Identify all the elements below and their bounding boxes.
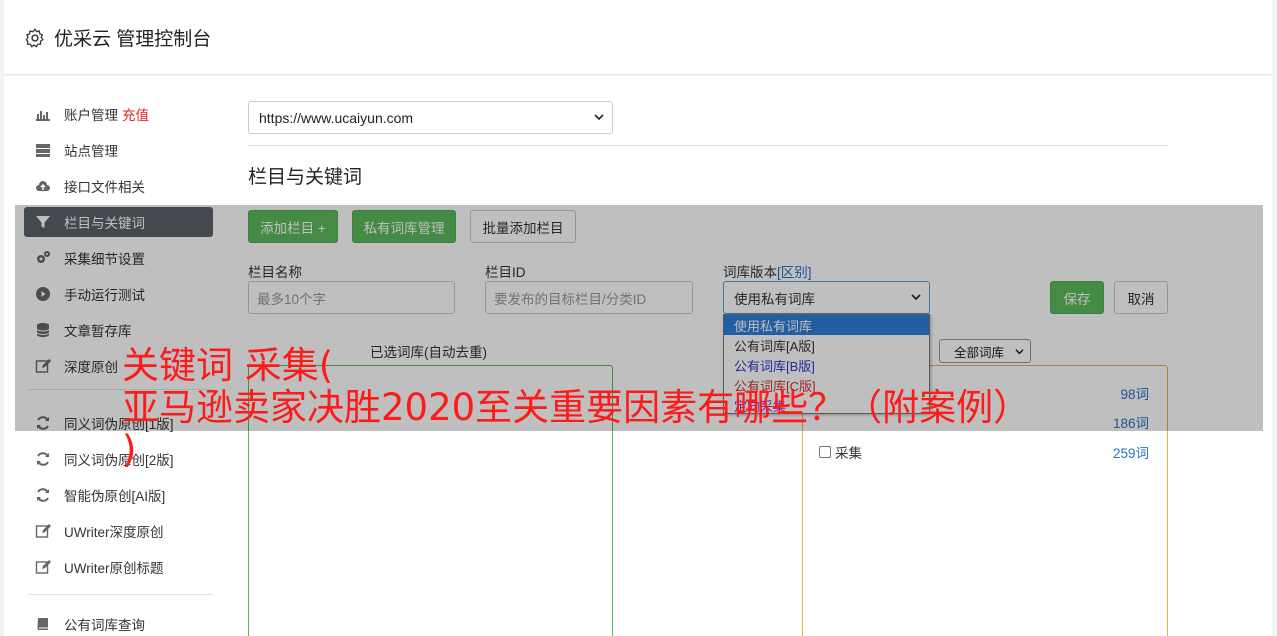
edit-icon: [35, 524, 51, 538]
sidebar-item-uwriter-deep[interactable]: UWriter深度原创: [24, 516, 213, 546]
sidebar-item-interface[interactable]: 接口文件相关: [24, 171, 213, 201]
divider: [248, 145, 1168, 146]
site-select[interactable]: https://www.ucaiyun.com: [248, 101, 613, 134]
sidebar-item-label: 接口文件相关: [64, 180, 145, 195]
sidebar-item-label: 公有词库查询: [64, 618, 145, 633]
watermark-line: 关键词 采集(: [122, 344, 334, 387]
book-icon: [37, 618, 48, 630]
bar-chart-icon: [36, 111, 50, 121]
sidebar-divider: [28, 594, 213, 595]
sidebar-item-label: 智能伪原创[AI版]: [64, 489, 166, 504]
app-title-text: 优采云 管理控制台: [54, 29, 212, 50]
sidebar-item-account[interactable]: 账户管理 充值: [24, 99, 213, 129]
app-title: 优采云 管理控制台: [24, 24, 211, 51]
sidebar-item-ai-rewrite[interactable]: 智能伪原创[AI版]: [24, 480, 213, 510]
sidebar-item-label: UWriter深度原创: [64, 525, 164, 540]
section-title: 栏目与关键词: [248, 167, 363, 188]
recharge-link[interactable]: 充值: [122, 104, 149, 124]
edit-icon: [35, 560, 51, 574]
gear-icon: [25, 27, 44, 48]
sidebar-item-label: 账户管理: [64, 108, 118, 123]
cloud-upload-icon: [36, 181, 50, 191]
sidebar-item-uwriter-title[interactable]: UWriter原创标题: [24, 552, 213, 582]
site-select-value: https://www.ucaiyun.com: [259, 109, 414, 126]
watermark-line: 亚马逊卖家决胜2020至关重要因素有哪些？（附案例）: [122, 386, 1031, 429]
chevron-down-icon: [594, 114, 604, 121]
watermark-line: ): [122, 428, 137, 471]
sidebar-item-label: 站点管理: [64, 144, 118, 159]
header-bar: 优采云 管理控制台: [4, 0, 1272, 75]
refresh-icon: [37, 488, 49, 502]
sidebar-item-sites[interactable]: 站点管理: [24, 135, 213, 165]
sidebar-item-public-lib[interactable]: 公有词库查询: [24, 609, 213, 636]
server-icon: [36, 144, 50, 157]
sidebar-item-label: UWriter原创标题: [64, 561, 164, 576]
refresh-icon: [37, 452, 49, 466]
watermark-text: 关键词 采集( 亚马逊卖家决胜2020至关重要因素有哪些？（附案例） ): [122, 345, 1272, 471]
